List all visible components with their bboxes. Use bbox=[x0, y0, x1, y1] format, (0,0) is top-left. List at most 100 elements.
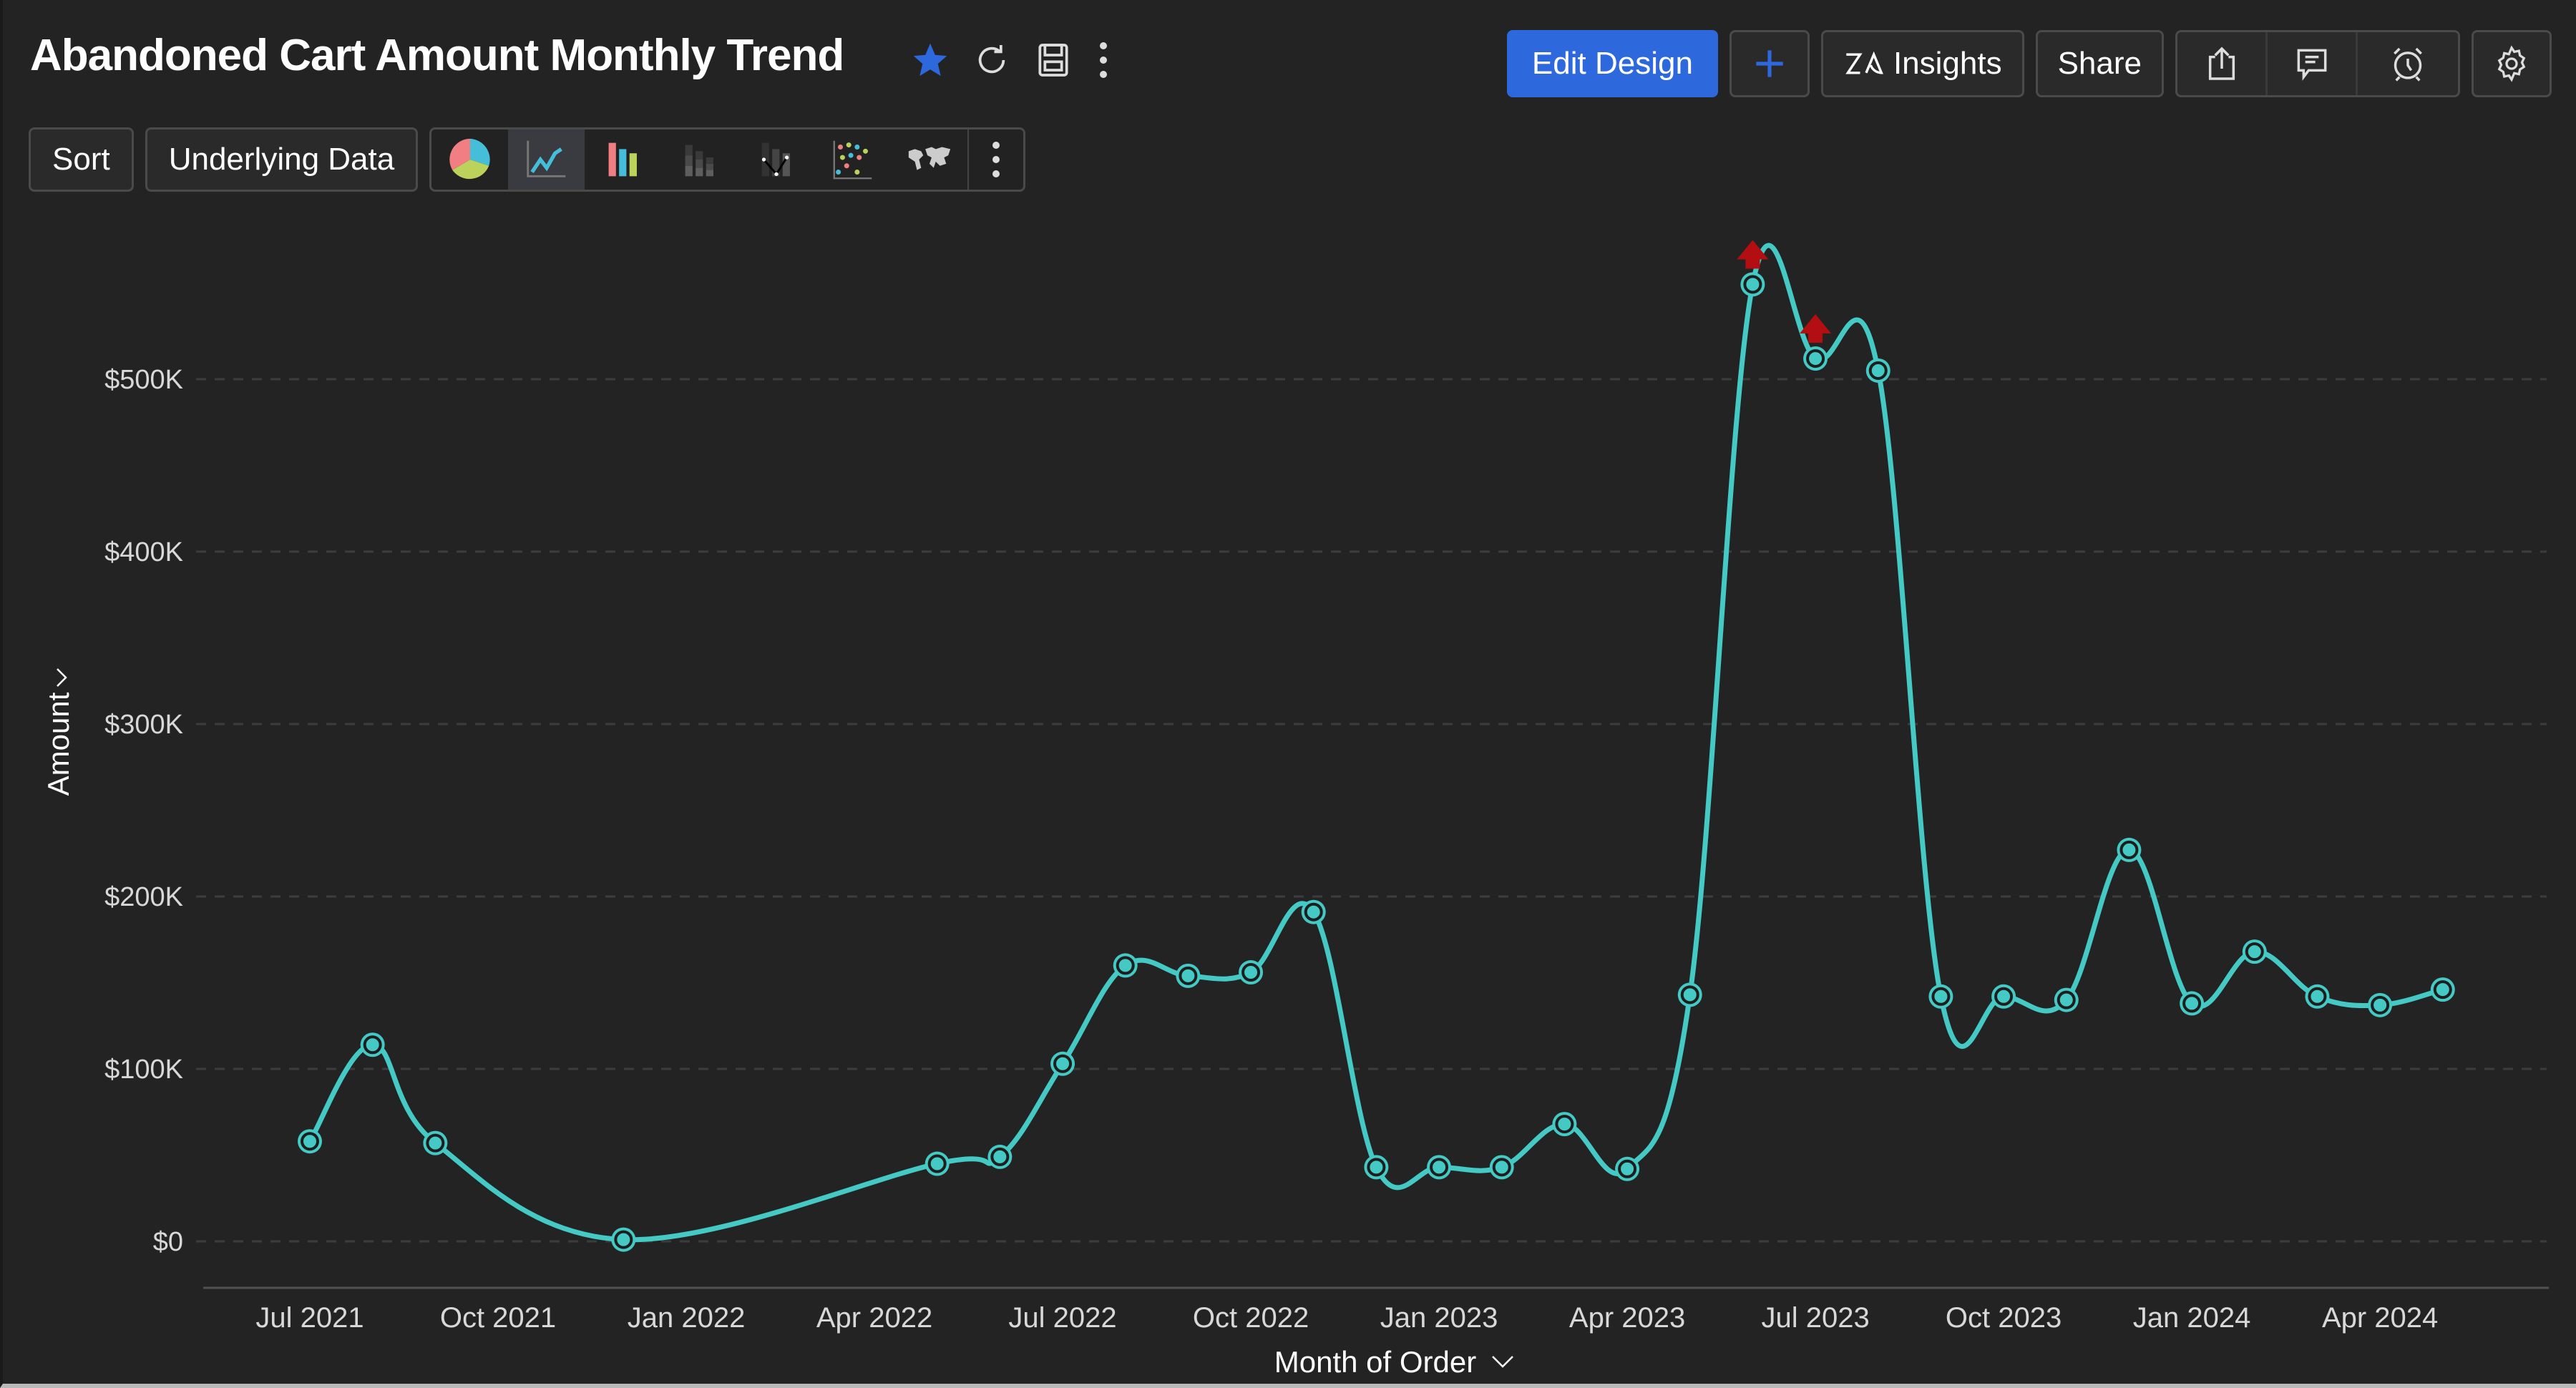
data-point-inner bbox=[614, 1230, 633, 1249]
data-point[interactable] bbox=[1803, 346, 1828, 371]
data-point-inner bbox=[1618, 1159, 1637, 1178]
data-point-inner bbox=[2308, 987, 2327, 1006]
data-point-inner bbox=[2245, 942, 2264, 962]
chart-type-bar[interactable] bbox=[585, 129, 661, 190]
page-title: Abandoned Cart Amount Monthly Trend bbox=[30, 31, 844, 80]
data-point-inner bbox=[2371, 995, 2390, 1015]
x-axis-title[interactable]: Month of Order bbox=[1274, 1345, 1513, 1379]
data-point[interactable] bbox=[1176, 963, 1201, 988]
chevron-down-icon[interactable] bbox=[1492, 1356, 1513, 1368]
x-tick-label: Oct 2022 bbox=[1193, 1302, 1309, 1334]
data-point[interactable] bbox=[1677, 982, 1702, 1007]
edit-design-button[interactable]: Edit Design bbox=[1506, 30, 1718, 97]
data-point[interactable] bbox=[423, 1130, 448, 1155]
data-point[interactable] bbox=[987, 1144, 1013, 1169]
star-icon[interactable] bbox=[910, 39, 950, 82]
y-axis-label[interactable]: Amount bbox=[42, 692, 75, 796]
data-point[interactable] bbox=[2368, 992, 2393, 1017]
action-button-group bbox=[2175, 30, 2460, 97]
data-point-inner bbox=[1304, 902, 1323, 922]
refresh-icon[interactable] bbox=[972, 39, 1012, 82]
report-toolbar: Edit Design Insights Share bbox=[1506, 30, 2552, 97]
more-vertical-icon bbox=[992, 142, 1000, 177]
add-button[interactable] bbox=[1729, 30, 1810, 97]
data-point[interactable] bbox=[1239, 960, 1264, 985]
data-point[interactable] bbox=[1301, 899, 1326, 924]
comment-button[interactable] bbox=[2268, 32, 2358, 95]
data-point-inner bbox=[1116, 956, 1135, 975]
data-point[interactable] bbox=[924, 1151, 950, 1176]
share-button[interactable]: Share bbox=[2035, 30, 2164, 97]
x-axis-label[interactable]: Month of Order bbox=[1274, 1345, 1476, 1379]
data-point[interactable] bbox=[1427, 1155, 1452, 1180]
export-button[interactable] bbox=[2177, 32, 2268, 95]
data-point[interactable] bbox=[1364, 1155, 1389, 1180]
data-point[interactable] bbox=[1113, 953, 1138, 978]
y-axis-ticks: $0 $100K $200K $300K $400K $500K bbox=[104, 365, 183, 1257]
x-tick-label: Jan 2022 bbox=[628, 1302, 746, 1334]
data-point[interactable] bbox=[2054, 987, 2079, 1012]
insights-label: Insights bbox=[1893, 46, 2002, 81]
chart-type-map[interactable] bbox=[891, 129, 967, 190]
bar-chart-icon bbox=[608, 142, 637, 177]
data-point[interactable] bbox=[1740, 272, 1765, 297]
data-point-inner bbox=[2182, 994, 2202, 1013]
sort-button[interactable]: Sort bbox=[29, 127, 134, 192]
data-point-inner bbox=[2119, 840, 2139, 859]
more-vertical-icon[interactable] bbox=[1095, 39, 1112, 82]
data-point-inner bbox=[1680, 985, 1699, 1005]
data-point[interactable] bbox=[2430, 977, 2455, 1002]
data-point[interactable] bbox=[1489, 1155, 1514, 1180]
zia-icon bbox=[1845, 51, 1883, 74]
line-chart-icon bbox=[526, 140, 565, 177]
data-point[interactable] bbox=[2305, 984, 2330, 1009]
data-point[interactable] bbox=[360, 1032, 385, 1057]
underlying-data-button[interactable]: Underlying Data bbox=[145, 127, 419, 192]
x-axis-ticks: Jul 2021 Oct 2021 Jan 2022 Apr 2022 Jul 2022… bbox=[255, 1302, 2438, 1334]
data-point[interactable] bbox=[1928, 984, 1953, 1009]
data-point-inner bbox=[426, 1133, 445, 1153]
x-tick-label: Oct 2023 bbox=[1946, 1302, 2062, 1334]
x-tick-label: Jul 2023 bbox=[1761, 1302, 1869, 1334]
y-axis-title[interactable]: Amount bbox=[42, 668, 75, 796]
anomaly-up-arrow-icon bbox=[1737, 240, 1769, 269]
stacked-bar-icon bbox=[685, 145, 713, 177]
data-point[interactable] bbox=[611, 1227, 636, 1252]
data-point[interactable] bbox=[1865, 358, 1890, 383]
chart-type-combo[interactable] bbox=[738, 129, 814, 190]
line-chart: $0 $100K $200K $300K $400K $500K Jul 2021 Oct … bbox=[42, 240, 2549, 1379]
data-point[interactable] bbox=[298, 1129, 322, 1154]
chevron-right-icon[interactable] bbox=[57, 668, 67, 687]
data-point-inner bbox=[1492, 1158, 1511, 1177]
data-point[interactable] bbox=[2242, 939, 2267, 964]
data-point[interactable] bbox=[2117, 837, 2142, 862]
x-tick-label: Jan 2024 bbox=[2133, 1302, 2251, 1334]
data-point-inner bbox=[1931, 987, 1951, 1006]
gridlines bbox=[196, 378, 2547, 1243]
data-point[interactable] bbox=[1991, 984, 2016, 1009]
data-point-inner bbox=[1241, 963, 1261, 982]
chart-type-stacked[interactable] bbox=[661, 129, 738, 190]
chart-toolbar: Sort Underlying Data bbox=[29, 127, 1026, 192]
data-point[interactable] bbox=[1615, 1156, 1640, 1181]
data-point[interactable] bbox=[1050, 1051, 1075, 1076]
chart-type-selector bbox=[429, 127, 1026, 192]
data-point-inner bbox=[927, 1154, 947, 1173]
schedule-alarm-button[interactable] bbox=[2358, 32, 2458, 95]
settings-button[interactable] bbox=[2472, 30, 2552, 97]
chart-type-scatter[interactable] bbox=[814, 129, 891, 190]
chart-type-pie[interactable] bbox=[431, 129, 508, 190]
x-tick-label: Jan 2023 bbox=[1380, 1302, 1498, 1334]
y-tick-label: $0 bbox=[153, 1227, 183, 1257]
gear-icon bbox=[2497, 45, 2526, 82]
chart-type-line[interactable] bbox=[508, 129, 585, 190]
insights-button[interactable]: Insights bbox=[1820, 30, 2024, 97]
y-tick-label: $500K bbox=[104, 365, 183, 395]
data-point[interactable] bbox=[2180, 991, 2205, 1016]
export-icon bbox=[2208, 47, 2235, 80]
chart-type-more-button[interactable] bbox=[967, 129, 1023, 190]
save-icon[interactable] bbox=[1033, 39, 1073, 82]
data-point[interactable] bbox=[1552, 1112, 1577, 1137]
x-tick-label: Jul 2021 bbox=[255, 1302, 364, 1334]
data-point-inner bbox=[1367, 1158, 1386, 1177]
